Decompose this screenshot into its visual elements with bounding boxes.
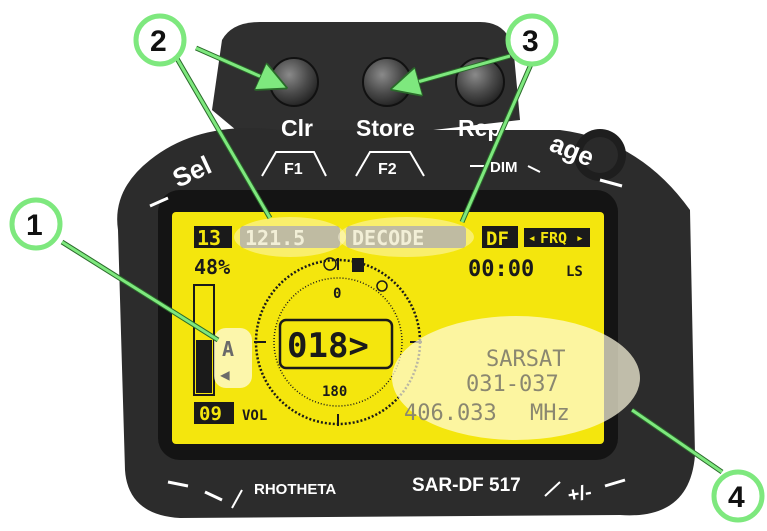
- rep-label: Rep: [458, 115, 501, 141]
- freq-selector-text: FRQ: [540, 229, 567, 247]
- compass-north-label: 0: [333, 286, 341, 302]
- df-badge-text: DF: [486, 228, 509, 250]
- target-id: 031-037: [466, 372, 559, 397]
- callout-1: 1: [9, 197, 63, 251]
- antenna-mode: A: [222, 337, 234, 361]
- speaker-icon: ◀: [220, 365, 230, 384]
- bearing-value: 018>: [287, 326, 369, 366]
- signal-percent: 48%: [194, 255, 230, 279]
- callout-3: 3: [505, 13, 559, 67]
- freq-selector-right-arrow: ▸: [576, 231, 584, 246]
- model-label: SAR-DF 517: [412, 475, 521, 496]
- callout-2: 2: [133, 13, 187, 67]
- timer: 00:00: [468, 257, 534, 282]
- svg-text:3: 3: [522, 25, 539, 58]
- brand-label: RHOTHETA: [254, 481, 336, 498]
- f1-label: F1: [284, 161, 303, 178]
- clr-label: Clr: [281, 115, 313, 141]
- target-unit: MHz: [530, 401, 570, 426]
- svg-text:2: 2: [150, 25, 167, 58]
- freq-mode-highlight: [234, 217, 346, 257]
- svg-text:4: 4: [728, 481, 745, 514]
- volume-label: VOL: [242, 408, 267, 424]
- f2-label: F2: [378, 161, 397, 178]
- target-name: SARSAT: [486, 347, 565, 372]
- decode-mode-highlight: [338, 217, 474, 257]
- dim-label: DIM: [490, 159, 518, 176]
- freq-selector-left-arrow: ◂: [528, 231, 536, 246]
- store-label: Store: [356, 115, 415, 141]
- channel-badge-text: 13: [197, 226, 221, 250]
- volume-value: 09: [199, 403, 222, 425]
- plus-minus-symbol: +/-: [566, 481, 593, 507]
- callout-4: 4: [711, 469, 765, 523]
- target-frequency: 406.033: [404, 401, 497, 426]
- compass-south-label: 180: [322, 384, 347, 400]
- svg-text:1: 1: [26, 209, 43, 242]
- store-button[interactable]: [362, 57, 412, 107]
- timer-suffix: LS: [566, 264, 583, 280]
